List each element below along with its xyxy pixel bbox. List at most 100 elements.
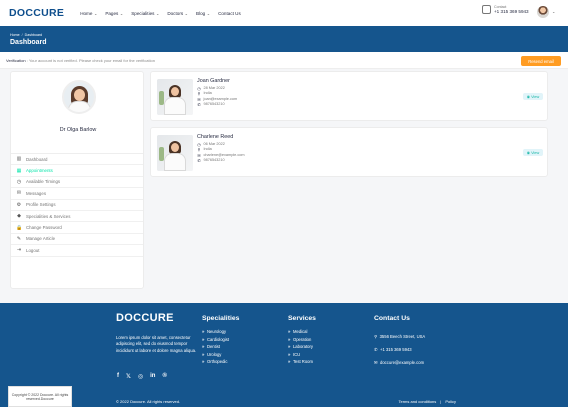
sidebar-item-3[interactable]: ✉ Messages [11,188,143,200]
chevron-down-icon: ⌄ [93,10,98,16]
nav-item-3[interactable]: Doctors ⌄ [167,11,188,16]
social-icons: f 𝕏 ◎ in ® [117,373,167,380]
instagram-icon[interactable]: ◎ [138,373,143,380]
footer-email[interactable]: ✉ doccure@example.com [374,356,425,369]
footer-contact-title: Contact Us [374,315,410,322]
footer-link-label: Cardiologist [206,336,230,342]
footer-link-label: Neurology [206,329,227,334]
profile-sidebar: Dr Olga Barlow ▥ Dashboard ▦ Appointments ◷ A… [10,71,144,289]
nav-item-0[interactable]: Home ⌄ [80,11,97,16]
breadcrumb-home[interactable]: Home [10,33,20,37]
footer-link[interactable]: » Medical [288,328,316,336]
contact-phone: +1 315 369 5943 [494,9,529,14]
footer-link[interactable]: » Neurology [202,328,239,336]
sidebar-item-2[interactable]: ◷ Available Timings [11,177,143,189]
sidebar-item-6[interactable]: 🔒 Change Password [11,222,143,234]
clock-icon: ◷ [16,178,22,185]
nav-item-4[interactable]: Blog ⌄ [196,11,210,16]
sidebar-item-label: Dashboard [26,156,48,162]
double-chevron-right-icon: » [202,336,205,342]
logout-icon: ⇥ [16,247,22,254]
footer-link[interactable]: » Test Room [288,358,316,366]
view-button-label: View [531,150,540,155]
patient-photo[interactable] [157,79,193,115]
patient-phone-text: 9876543210 [203,102,225,107]
patient-photo[interactable] [157,135,193,171]
footer-link[interactable]: » Dentist [202,343,239,351]
header-contact: Contact +1 315 369 5943 [482,5,529,14]
pencil-icon: ✎ [16,235,22,242]
footer-phone-text: +1 315 369 5943 [380,347,412,352]
user-avatar[interactable] [537,6,549,18]
eye-icon: ◉ [526,95,531,99]
page-title: Dashboard [10,39,47,46]
facebook-icon[interactable]: f [117,373,119,380]
sidebar-item-label: Logout [26,247,40,253]
footer-link-label: Orthopedic [206,359,228,364]
footer-link-label: Test Room [292,359,313,364]
terms-link[interactable]: Terms and conditions [398,399,436,404]
footer-link[interactable]: » Orthopedic [202,358,239,366]
linkedin-icon[interactable]: in [150,373,155,380]
sidebar-item-label: Specialities & Services [26,213,71,219]
footer-link[interactable]: » Urology [202,351,239,359]
sidebar-item-4[interactable]: ⚙ Profile Settings [11,200,143,211]
sidebar-item-7[interactable]: ✎ Manage Article [11,234,143,246]
nav-item-label: Pages [105,10,119,16]
nav-item-5[interactable]: Contact Us [218,11,241,16]
resend-email-button[interactable]: Resend email [521,56,561,66]
briefcase-icon: ◆ [17,213,21,220]
doctor-name: Dr Olga Barlow [59,127,97,133]
appointment-card: Charlene Reed ◷ 06 Mar 2022 ⚲ India ✉ charlene… [150,127,548,177]
footer-link[interactable]: » Cardiologist [202,336,239,344]
patient-phone-text: 9876543210 [203,158,225,163]
view-button-label: View [531,94,540,99]
user-cog-icon: ⚙ [16,201,22,208]
nav-item-1[interactable]: Pages ⌄ [105,11,123,16]
calendar-icon: ▦ [16,167,22,174]
nav-item-label: Blog [196,10,206,16]
nav-item-label: Doctors [167,10,184,16]
sidebar-item-0[interactable]: ▥ Dashboard [11,154,143,166]
sidebar-item-1[interactable]: ▦ Appointments [11,165,143,177]
verification-text: Verification : Your account is not verif… [6,58,155,63]
footer-link-label: Urology [206,351,222,357]
footer-link[interactable]: » ICU [288,351,316,359]
breadcrumb-current: Dashboard [24,33,43,37]
policy-link[interactable]: Policy [445,399,456,404]
double-chevron-right-icon: » [288,359,291,364]
patient-name[interactable]: Charlene Reed [197,134,245,140]
patient-name[interactable]: Joan Gardner [197,78,237,84]
doctor-avatar [62,80,96,114]
sidebar-item-label: Messages [26,190,47,196]
sidebar-item-label: Appointments [26,168,53,174]
eye-icon: ◉ [526,151,531,155]
double-chevron-right-icon: » [288,329,291,334]
nav-item-label: Contact Us [218,10,241,16]
chevron-down-icon: ⌄ [155,10,160,16]
footer-link[interactable]: » Laboratory [288,343,316,351]
sidebar-item-8[interactable]: ⇥ Logout [11,245,143,257]
twitter-icon[interactable]: 𝕏 [126,373,131,380]
footer-logo[interactable]: DOCCURE [116,312,174,324]
footer-link[interactable]: » Operation [288,336,316,344]
appointment-card: Joan Gardner ◷ 28 Mar 2022 ⚲ India ✉ joan@exam… [150,71,548,121]
logo-text: DOCCURE [9,7,65,19]
sidebar-item-label: Available Timings [26,179,61,185]
patient-info: Joan Gardner ◷ 28 Mar 2022 ⚲ India ✉ joan@exam… [197,78,237,108]
footer-address: ⚲ 3556 Beech Street, USA [374,330,425,343]
chevron-down-icon[interactable]: ⌄ [552,9,555,14]
double-chevron-right-icon: » [202,359,205,364]
view-button[interactable]: ◉ View [523,93,543,100]
footer-email-text[interactable]: doccure@example.com [380,356,424,369]
footer-description: Lorem ipsum dolor sit amet, consectetur … [116,335,197,353]
nav-item-2[interactable]: Specialities ⌄ [131,11,159,16]
footer-link-label: Laboratory [292,344,313,349]
sidebar-item-5[interactable]: ◆ Specialities & Services [11,211,143,223]
verification-label: Verification [6,57,26,63]
phone-icon: ✆ [197,158,201,164]
dribbble-icon[interactable]: ® [162,373,166,380]
view-button[interactable]: ◉ View [523,149,543,156]
logo[interactable]: DOCCURE [9,7,64,19]
footer-link-label: Dentist [206,344,220,349]
